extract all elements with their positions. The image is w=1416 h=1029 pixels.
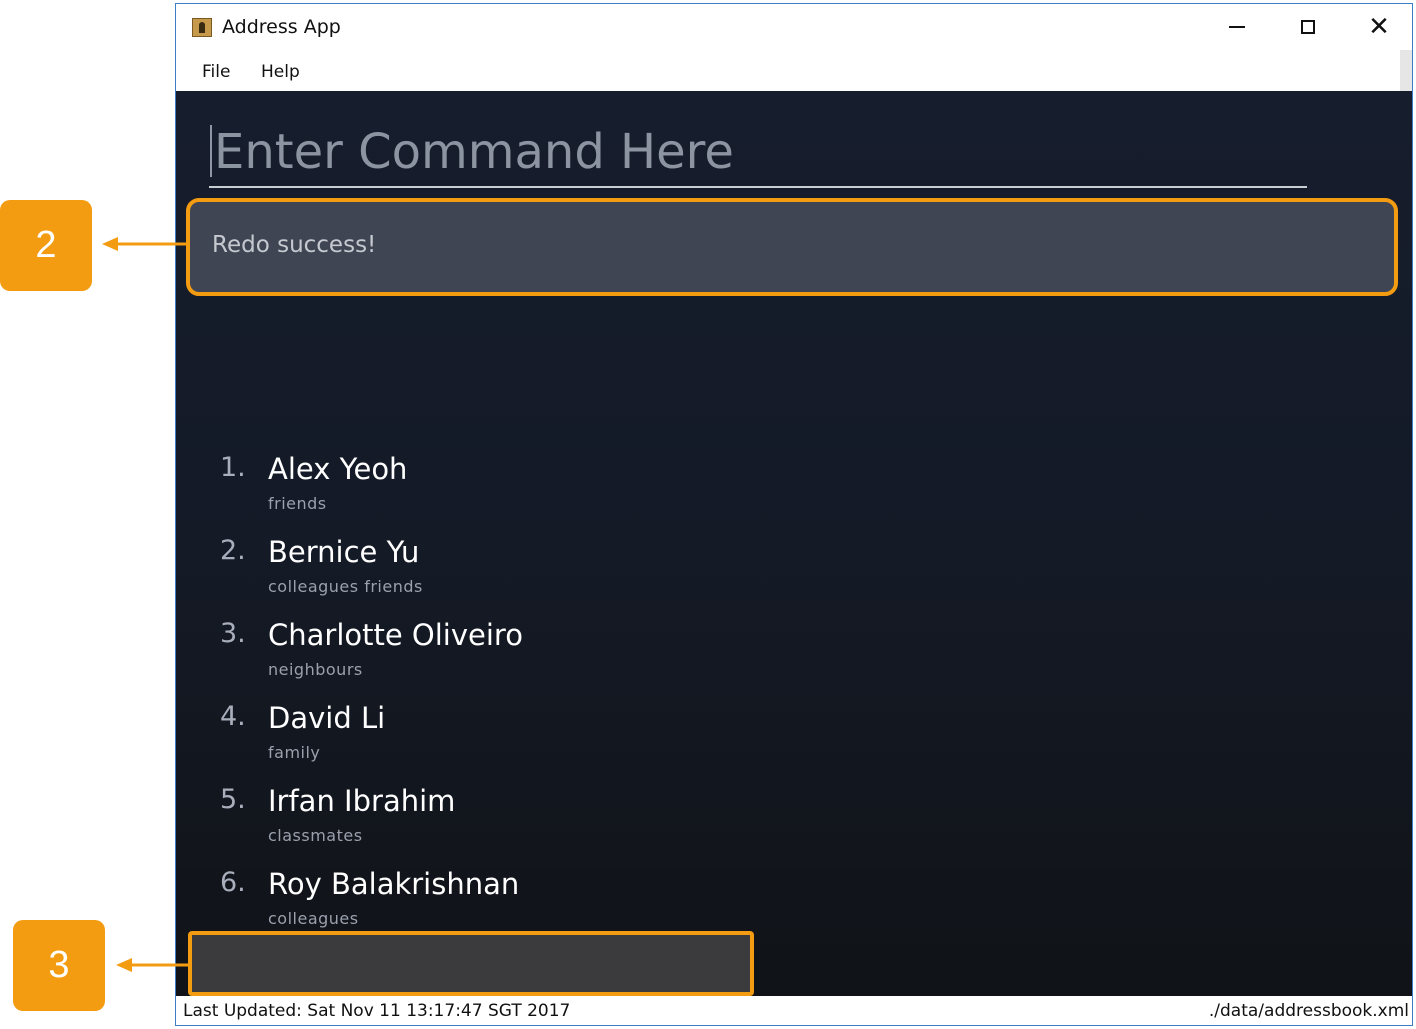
highlight-status-area bbox=[188, 931, 754, 996]
minimize-button[interactable] bbox=[1202, 4, 1272, 50]
command-input[interactable] bbox=[214, 121, 1306, 183]
person-name: Bernice Yu bbox=[268, 535, 420, 569]
maximize-button[interactable] bbox=[1273, 4, 1343, 50]
main-content: Redo success! 1. Alex Yeoh friends 2. Be… bbox=[176, 91, 1412, 1025]
person-index: 3. bbox=[220, 618, 246, 649]
person-index: 1. bbox=[220, 452, 246, 483]
callout-arrow-icon bbox=[102, 237, 186, 251]
person-name: Alex Yeoh bbox=[268, 452, 408, 486]
command-input-underline bbox=[209, 186, 1307, 188]
person-tags: colleagues bbox=[268, 909, 359, 928]
person-index: 4. bbox=[220, 701, 246, 732]
app-window: Address App ✕ File Help Redo success! 1.… bbox=[175, 3, 1413, 1026]
person-name: Charlotte Oliveiro bbox=[268, 618, 523, 652]
person-tags: neighbours bbox=[268, 660, 363, 679]
title-bar[interactable]: Address App ✕ bbox=[176, 4, 1412, 50]
close-icon: ✕ bbox=[1368, 12, 1390, 42]
callout-arrow-icon bbox=[116, 958, 190, 972]
close-button[interactable]: ✕ bbox=[1344, 4, 1412, 50]
menu-file[interactable]: File bbox=[202, 62, 230, 82]
minimize-icon bbox=[1229, 26, 1245, 28]
person-tags: friends bbox=[268, 494, 327, 513]
person-card[interactable]: 3. Charlotte Oliveiro neighbours bbox=[176, 612, 776, 695]
person-card[interactable]: 5. Irfan Ibrahim classmates bbox=[176, 778, 776, 861]
window-title: Address App bbox=[222, 16, 341, 38]
callout-badge-result: 2 bbox=[0, 200, 92, 291]
menu-bar-edge bbox=[1400, 50, 1412, 91]
last-updated-label: Last Updated: Sat Nov 11 13:17:47 SGT 20… bbox=[183, 1001, 571, 1021]
person-tags: classmates bbox=[268, 826, 363, 845]
text-caret bbox=[210, 125, 212, 177]
person-index: 2. bbox=[220, 535, 246, 566]
result-display: Redo success! bbox=[186, 198, 1398, 296]
address-book-icon bbox=[192, 18, 212, 37]
person-tags: family bbox=[268, 743, 321, 762]
person-card[interactable]: 2. Bernice Yu colleagues friends bbox=[176, 529, 776, 612]
person-index: 5. bbox=[220, 784, 246, 815]
person-card[interactable]: 1. Alex Yeoh friends bbox=[176, 446, 776, 529]
callout-badge-status: 3 bbox=[13, 920, 105, 1011]
file-path-label: ./data/addressbook.xml bbox=[1208, 1001, 1409, 1021]
status-bar: Last Updated: Sat Nov 11 13:17:47 SGT 20… bbox=[176, 996, 1412, 1025]
menu-bar: File Help bbox=[176, 50, 1401, 91]
menu-help[interactable]: Help bbox=[261, 62, 300, 82]
person-name: Irfan Ibrahim bbox=[268, 784, 456, 818]
person-name: David Li bbox=[268, 701, 386, 735]
person-tags: colleagues friends bbox=[268, 577, 423, 596]
maximize-icon bbox=[1301, 20, 1315, 34]
person-card[interactable]: 4. David Li family bbox=[176, 695, 776, 778]
person-name: Roy Balakrishnan bbox=[268, 867, 520, 901]
result-message: Redo success! bbox=[212, 232, 377, 258]
person-index: 6. bbox=[220, 867, 246, 898]
